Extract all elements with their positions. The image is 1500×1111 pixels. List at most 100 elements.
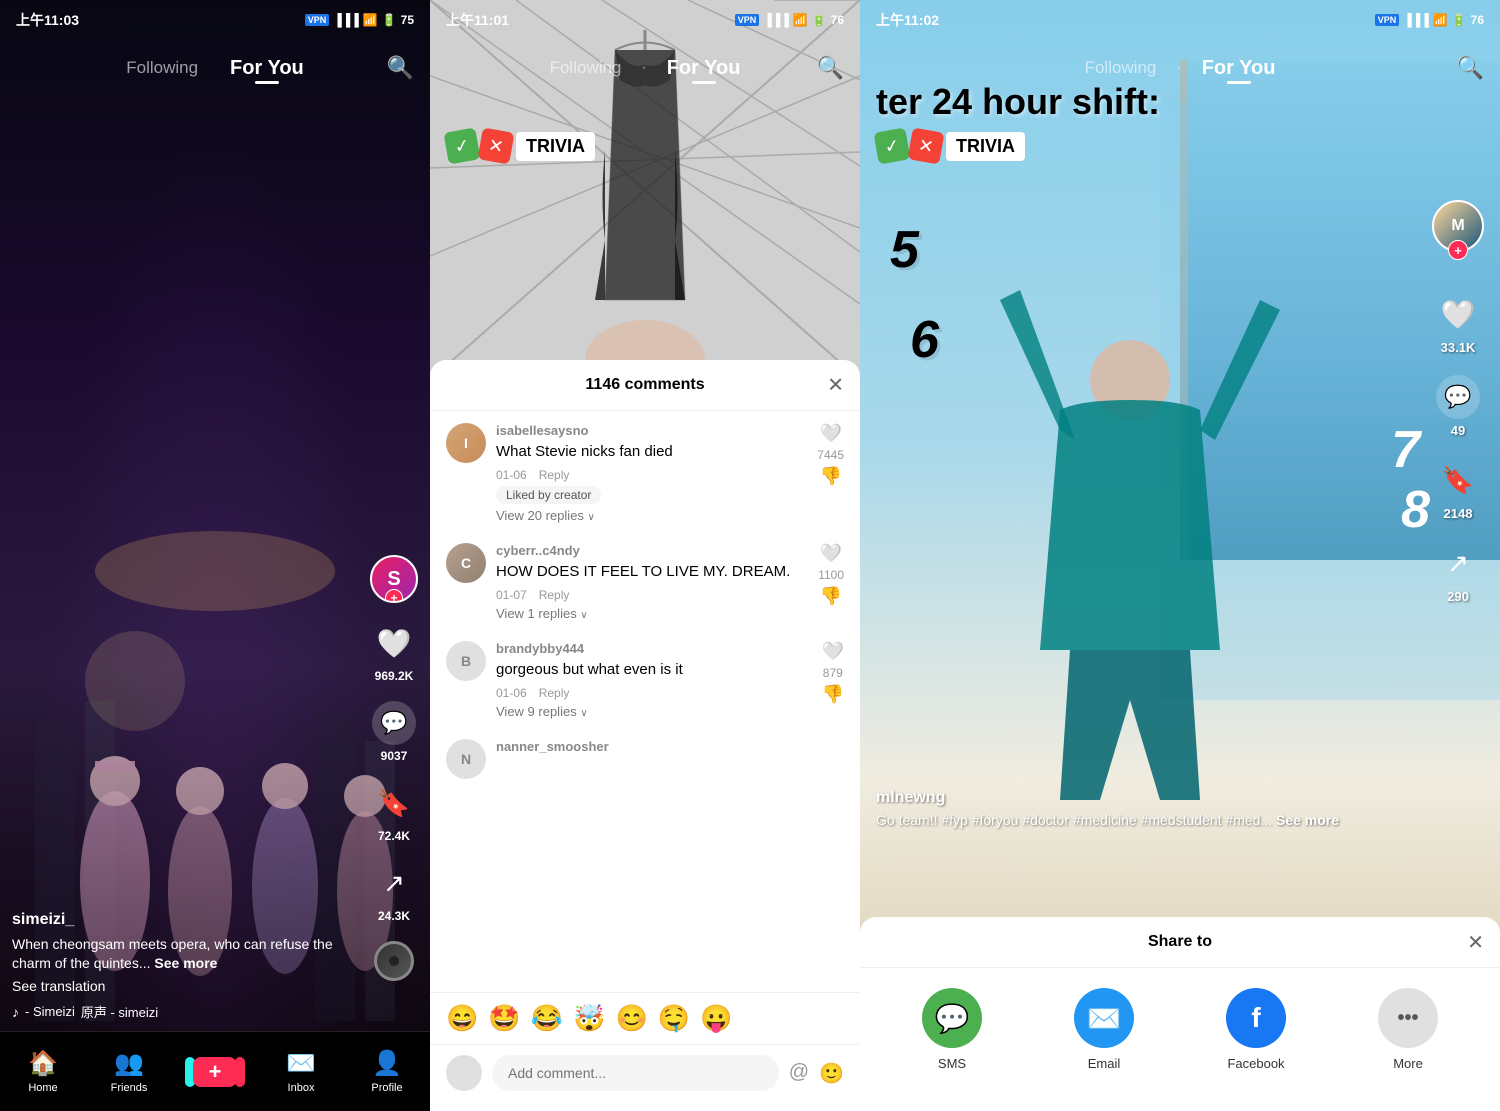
comment-heart-icon[interactable]: 🤍 [822,641,844,662]
bookmark-icon[interactable]: 🔖 [372,781,416,825]
comment-heart-icon[interactable]: 🤍 [819,423,841,444]
p2-nav: Following · For You 🔍 [430,40,860,96]
friends-label: Friends [111,1082,148,1094]
status-bar: 上午11:03 VPN ▐▐▐ 📶 🔋 75 [0,0,430,40]
status-time: 上午11:03 [16,10,79,30]
commenter-username[interactable]: isabellesaysno [496,423,807,438]
p3-comment-action[interactable]: 💬 49 [1436,375,1480,438]
share-title: Share to [1148,933,1212,951]
p3-search-icon[interactable]: 🔍 [1457,55,1484,81]
reply-button[interactable]: Reply [539,468,570,482]
p3-see-more-button[interactable]: See more [1276,812,1339,828]
p3-bookmark-action[interactable]: 🔖 2148 [1436,458,1480,521]
nav-foryou[interactable]: For You [214,57,320,80]
view-replies-button[interactable]: View 9 replies ∨ [496,704,812,719]
comment-dislike-icon[interactable]: 👎 [820,586,842,607]
p3-like-action[interactable]: 🤍 33.1K [1436,292,1480,355]
p3-share-action[interactable]: ↗ 290 [1436,541,1480,604]
reply-button[interactable]: Reply [539,588,570,602]
commenter-avatar[interactable]: N [446,739,486,779]
comment-input[interactable] [492,1055,779,1091]
trivia-badge[interactable]: ✓ ✕ TRIVIA [446,130,595,162]
p3-follow-button[interactable]: + [1448,240,1468,260]
share-sms[interactable]: 💬 SMS [922,988,982,1071]
share-action[interactable]: ↗ 24.3K [372,861,416,923]
p3-share-icon[interactable]: ↗ [1436,541,1480,585]
nav-friends[interactable]: 👥 Friends [99,1049,159,1094]
p3-nav-following[interactable]: Following [1069,58,1173,78]
share-more[interactable]: ••• More [1378,988,1438,1071]
p2-nav-foryou[interactable]: For You [651,57,757,80]
p3-comment-icon[interactable]: 💬 [1436,375,1480,419]
comment-dislike-icon[interactable]: 👎 [819,466,841,487]
emoji-smile[interactable]: 😊 [616,1003,648,1034]
signal-icon: ▐▐▐ [333,13,359,27]
p3-like-icon[interactable]: 🤍 [1436,292,1480,336]
emoji-mind-blown[interactable]: 🤯 [573,1003,605,1034]
profile-label: Profile [371,1082,402,1094]
p2-nav-following[interactable]: Following [534,58,638,78]
comments-close-button[interactable]: ✕ [827,373,844,398]
like-action[interactable]: 🤍 969.2K [372,621,416,683]
p3-status-icons: VPN ▐▐▐ 📶 🔋 76 [1375,13,1484,27]
comments-title: 1146 comments [585,376,704,394]
share-header: Share to ✕ [860,917,1500,968]
inbox-icon: ✉️ [286,1049,316,1078]
commenter-username[interactable]: brandybby444 [496,641,812,656]
add-button[interactable]: + [193,1057,237,1087]
profile-action[interactable]: S + [370,555,418,603]
share-email[interactable]: ✉️ Email [1074,988,1134,1071]
see-more-button[interactable]: See more [154,955,217,971]
p3-creator-profile[interactable]: M + [1432,200,1484,252]
at-icon[interactable]: @ [789,1061,809,1086]
nav-following[interactable]: Following [110,58,214,78]
p3-username[interactable]: mlnewng [876,789,1420,807]
view-replies-button[interactable]: View 20 replies ∨ [496,508,807,523]
count-8-container: 8 [1401,480,1430,540]
commenter-avatar[interactable]: I [446,423,486,463]
video-username[interactable]: simeizi_ [12,911,360,929]
p3-trivia-badge[interactable]: ✓ ✕ TRIVIA [876,130,1025,162]
creator-avatar[interactable]: S + [370,555,418,603]
p2-search-icon[interactable]: 🔍 [817,55,844,81]
comment-dislike-icon[interactable]: 👎 [822,684,844,705]
emoji-laugh[interactable]: 😂 [531,1003,563,1034]
friends-icon: 👥 [114,1049,144,1078]
vinyl-action[interactable] [374,941,414,981]
emoji-drool[interactable]: 🤤 [658,1003,690,1034]
comment-body: cyberr..c4ndy HOW DOES IT FEEL TO LIVE M… [496,543,808,621]
like-icon[interactable]: 🤍 [372,621,416,665]
emoji-starstruck[interactable]: 🤩 [488,1003,520,1034]
nav-inbox[interactable]: ✉️ Inbox [271,1049,331,1094]
emoji-tongue[interactable]: 😛 [700,1003,732,1034]
emoji-grin[interactable]: 😄 [446,1003,478,1034]
comment-action[interactable]: 💬 9037 [372,701,416,763]
reply-button[interactable]: Reply [539,686,570,700]
follow-button[interactable]: + [385,589,403,603]
nav-home[interactable]: 🏠 Home [13,1049,73,1094]
commenter-avatar[interactable]: C [446,543,486,583]
nav-add[interactable]: + [185,1057,245,1087]
p3-vpn: VPN [1375,14,1400,26]
view-replies-button[interactable]: View 1 replies ∨ [496,606,808,621]
p3-description: Go team!! #fyp #foryou #doctor #medicine… [876,811,1420,831]
bookmark-action[interactable]: 🔖 72.4K [372,781,416,843]
comment-heart-icon[interactable]: 🤍 [820,543,842,564]
p3-nav-foryou[interactable]: For You [1186,57,1292,80]
comment-icon[interactable]: 💬 [372,701,416,745]
chevron-down-icon: ∨ [580,610,587,621]
p3-bookmark-icon[interactable]: 🔖 [1436,458,1480,502]
commenter-avatar[interactable]: B [446,641,486,681]
commenter-username[interactable]: nanner_smoosher [496,739,844,754]
comment-body: isabellesaysno What Stevie nicks fan die… [496,423,807,523]
share-close-button[interactable]: ✕ [1467,930,1484,955]
search-icon[interactable]: 🔍 [387,55,414,81]
share-icon[interactable]: ↗ [372,861,416,905]
p2-vpn: VPN [735,14,760,26]
commenter-username[interactable]: cyberr..c4ndy [496,543,808,558]
share-facebook[interactable]: f Facebook [1226,988,1286,1071]
count-6-container: 6 [910,310,939,370]
see-translation-button[interactable]: See translation [12,978,360,994]
nav-profile[interactable]: 👤 Profile [357,1049,417,1094]
emoji-input-icon[interactable]: 🙂 [819,1061,844,1086]
